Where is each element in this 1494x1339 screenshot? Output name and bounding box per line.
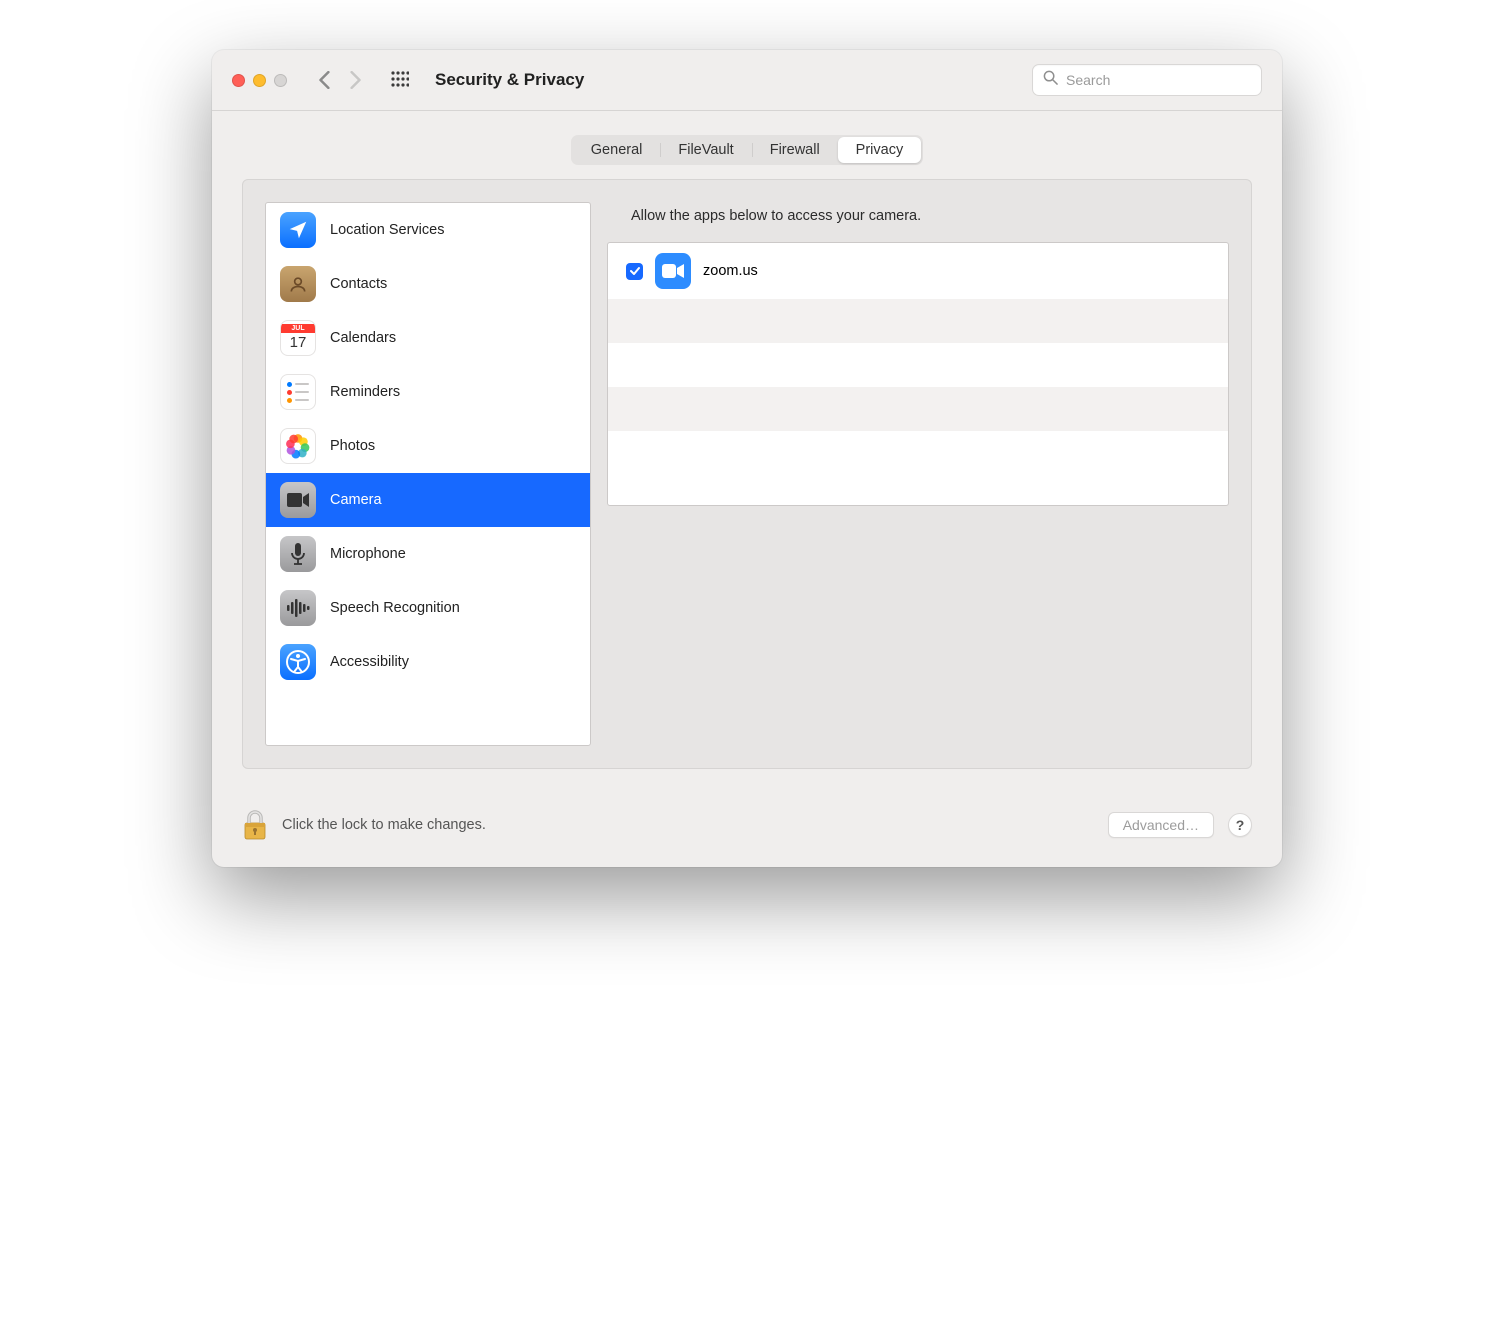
sidebar-item-label: Calendars [330,330,396,346]
sidebar-item-label: Reminders [330,384,400,400]
traffic-lights [232,74,287,87]
search-input[interactable] [1066,72,1251,88]
sidebar-item-label: Location Services [330,222,444,238]
sidebar-item-contacts[interactable]: Contacts [266,257,590,311]
tab-filevault[interactable]: FileVault [660,137,751,163]
zoom-button-disabled [274,74,287,87]
tab-bar: General FileVault Firewall Privacy [212,111,1282,179]
search-icon [1043,70,1058,90]
app-name: zoom.us [703,263,758,279]
empty-row [608,299,1228,343]
reminders-icon [280,374,316,410]
preferences-window: Security & Privacy General FileVault Fir… [212,50,1282,867]
permission-checkbox[interactable] [626,263,643,280]
advanced-button[interactable]: Advanced… [1108,812,1214,838]
sidebar-item-accessibility[interactable]: Accessibility [266,635,590,689]
app-row: zoom.us [608,243,1228,299]
camera-icon [280,482,316,518]
sidebar-item-photos[interactable]: Photos [266,419,590,473]
empty-row [608,387,1228,431]
minimize-button[interactable] [253,74,266,87]
tab-privacy[interactable]: Privacy [838,137,922,163]
contacts-icon [280,266,316,302]
detail-description: Allow the apps below to access your came… [631,208,1229,224]
lock-icon[interactable] [242,809,268,841]
speech-icon [280,590,316,626]
zoom-app-icon [655,253,691,289]
tab-firewall[interactable]: Firewall [752,137,838,163]
microphone-icon [280,536,316,572]
sidebar-item-microphone[interactable]: Microphone [266,527,590,581]
help-button[interactable]: ? [1228,813,1252,837]
empty-row [608,431,1228,475]
content-area: Location Services Contacts JUL 17 Calend… [242,179,1252,769]
tabs-segment: General FileVault Firewall Privacy [571,135,923,165]
sidebar-item-label: Camera [330,492,382,508]
footer: Click the lock to make changes. Advanced… [212,791,1282,867]
app-permission-list: zoom.us [607,242,1229,506]
search-field[interactable] [1032,64,1262,96]
calendar-icon: JUL 17 [280,320,316,356]
lock-text: Click the lock to make changes. [282,817,486,833]
sidebar-item-reminders[interactable]: Reminders [266,365,590,419]
forward-button [349,71,361,89]
sidebar-item-label: Speech Recognition [330,600,460,616]
titlebar: Security & Privacy [212,50,1282,111]
photos-icon [280,428,316,464]
location-icon [280,212,316,248]
close-button[interactable] [232,74,245,87]
detail-pane: Allow the apps below to access your came… [607,202,1229,746]
back-button[interactable] [319,71,331,89]
nav-arrows [319,71,361,89]
accessibility-icon [280,644,316,680]
sidebar-item-speech-recognition[interactable]: Speech Recognition [266,581,590,635]
privacy-sidebar: Location Services Contacts JUL 17 Calend… [265,202,591,746]
sidebar-item-label: Microphone [330,546,406,562]
sidebar-item-label: Contacts [330,276,387,292]
tab-general[interactable]: General [573,137,661,163]
window-title: Security & Privacy [435,70,584,90]
show-all-icon[interactable] [391,71,409,89]
sidebar-item-camera[interactable]: Camera [266,473,590,527]
sidebar-item-calendars[interactable]: JUL 17 Calendars [266,311,590,365]
sidebar-item-label: Photos [330,438,375,454]
sidebar-item-label: Accessibility [330,654,409,670]
sidebar-item-location-services[interactable]: Location Services [266,203,590,257]
empty-row [608,343,1228,387]
